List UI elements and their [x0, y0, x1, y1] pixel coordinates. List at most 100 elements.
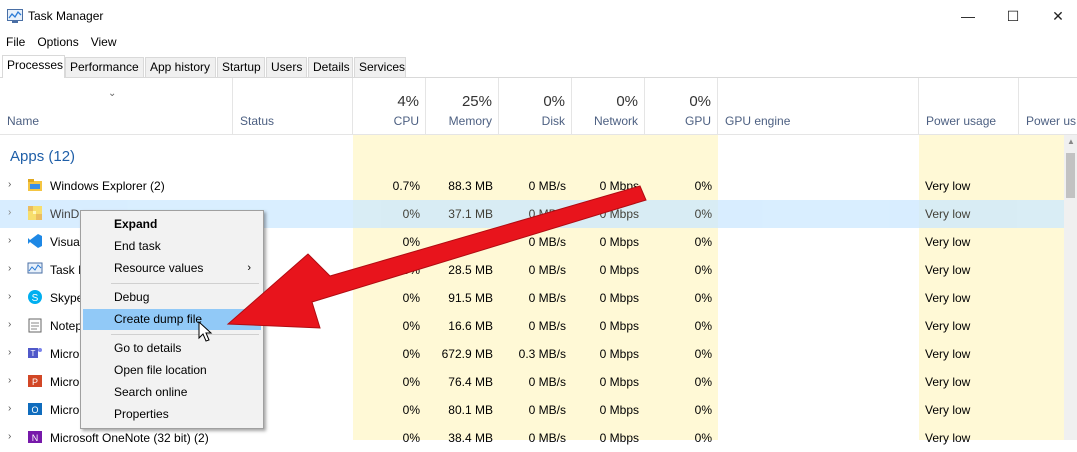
scrollbar-thumb[interactable]	[1066, 153, 1075, 198]
power-usage-value: Very low	[925, 431, 971, 445]
expand-chevron-icon[interactable]: ›	[8, 263, 11, 274]
tab-app-history[interactable]: App history	[145, 57, 216, 77]
tab-details[interactable]: Details	[308, 57, 353, 77]
expand-chevron-icon[interactable]: ›	[8, 347, 11, 358]
close-button[interactable]: ✕	[1035, 0, 1077, 32]
minimize-button[interactable]: —	[945, 0, 991, 32]
gpu-value: 0%	[694, 235, 712, 249]
svg-text:P: P	[32, 377, 38, 387]
memory-value: 38.4 MB	[448, 431, 493, 445]
expand-chevron-icon[interactable]: ›	[8, 291, 11, 302]
expand-chevron-icon[interactable]: ›	[8, 431, 11, 442]
disk-value: 0 MB/s	[528, 207, 566, 221]
memory-value: 672.9 MB	[441, 347, 493, 361]
expand-chevron-icon[interactable]: ›	[8, 179, 11, 190]
menu-view[interactable]: View	[85, 33, 123, 51]
power-usage-value: Very low	[925, 291, 971, 305]
header-cpu[interactable]: 4% CPU	[353, 78, 426, 134]
header-disk[interactable]: 0% Disk	[499, 78, 572, 134]
cpu-value: 0%	[402, 347, 420, 361]
menu-item-resource-values[interactable]: Resource values ›	[83, 258, 261, 279]
network-value: 0 Mbps	[599, 179, 639, 193]
vertical-scrollbar[interactable]: ▲	[1064, 135, 1077, 440]
scroll-up-icon[interactable]: ▲	[1067, 137, 1075, 146]
notepad-icon	[27, 317, 43, 333]
disk-value: 0 MB/s	[528, 375, 566, 389]
resource-values-label: Resource values	[114, 261, 204, 275]
skype-icon: S	[27, 289, 43, 305]
context-menu: Expand End task Resource values › Debug C…	[80, 210, 264, 429]
header-gpu-engine[interactable]: GPU engine	[718, 78, 919, 134]
process-name: Skype	[50, 291, 84, 305]
tab-startup[interactable]: Startup	[217, 57, 265, 77]
svg-text:O: O	[31, 405, 38, 415]
svg-text:S: S	[32, 293, 39, 304]
power-usage-value: Very low	[925, 179, 971, 193]
network-value: 0 Mbps	[599, 347, 639, 361]
menu-file[interactable]: File	[0, 33, 31, 51]
expand-chevron-icon[interactable]: ›	[8, 207, 11, 218]
section-title-apps: Apps (12)	[10, 148, 76, 165]
disk-value: 0 MB/s	[528, 431, 566, 445]
memory-value: 28.5 MB	[448, 263, 493, 277]
title-bar: Task Manager — ☐ ✕	[0, 0, 1077, 32]
gpu-value: 0%	[694, 431, 712, 445]
onenote-icon: N	[27, 429, 43, 445]
tab-performance[interactable]: Performance	[65, 57, 144, 77]
menu-item-search-online[interactable]: Search online	[83, 382, 261, 403]
tab-users[interactable]: Users	[266, 57, 307, 77]
tab-services[interactable]: Services	[354, 57, 406, 77]
header-power-trend[interactable]: Power us	[1019, 78, 1077, 134]
column-header-row: ⌄ Name Status 4% CPU 25% Memory 0% Disk 0% N…	[0, 78, 1077, 135]
power-usage-value: Very low	[925, 403, 971, 417]
tab-processes[interactable]: Processes	[2, 55, 65, 78]
process-name: Micro	[50, 375, 80, 389]
menu-item-expand[interactable]: Expand	[83, 214, 261, 235]
header-gpu[interactable]: 0% GPU	[645, 78, 718, 134]
header-memory[interactable]: 25% Memory	[426, 78, 499, 134]
menu-item-properties[interactable]: Properties	[83, 404, 261, 425]
menu-item-debug[interactable]: Debug	[83, 287, 261, 308]
task-manager-icon	[7, 9, 23, 23]
menu-item-go-to-details[interactable]: Go to details	[83, 338, 261, 359]
header-network[interactable]: 0% Network	[572, 78, 645, 134]
network-value: 0 Mbps	[599, 207, 639, 221]
expand-chevron-icon[interactable]: ›	[8, 375, 11, 386]
process-name: Microsoft OneNote (32 bit) (2)	[50, 431, 209, 445]
network-value: 0 Mbps	[599, 431, 639, 445]
expand-chevron-icon[interactable]: ›	[8, 319, 11, 330]
outlook-icon: O	[27, 401, 43, 417]
memory-value: 37.1 MB	[448, 207, 493, 221]
expand-chevron-icon[interactable]: ›	[8, 235, 11, 246]
cpu-value: 0%	[402, 207, 420, 221]
network-value: 0 Mbps	[599, 319, 639, 333]
table-row[interactable]: › Windows Explorer (2) 0.7% 88.3 MB 0 MB/s 0 …	[0, 172, 1064, 200]
menu-item-open-file-location[interactable]: Open file location	[83, 360, 261, 381]
header-status[interactable]: Status	[233, 78, 353, 134]
gpu-value: 0%	[694, 403, 712, 417]
menu-item-end-task[interactable]: End task	[83, 236, 261, 257]
powerpoint-icon: P	[27, 373, 43, 389]
power-usage-value: Very low	[925, 207, 971, 221]
gpu-value: 0%	[694, 263, 712, 277]
header-name[interactable]: Name	[0, 78, 233, 134]
maximize-button[interactable]: ☐	[990, 0, 1036, 32]
menu-item-create-dump-file[interactable]: Create dump file	[83, 309, 261, 330]
cpu-value: 0%	[402, 431, 420, 445]
header-power-usage[interactable]: Power usage	[919, 78, 1019, 134]
memory-value: 76.4 MB	[448, 375, 493, 389]
memory-value: 1	[486, 235, 493, 249]
memory-value: 16.6 MB	[448, 319, 493, 333]
network-value: 0 Mbps	[599, 263, 639, 277]
process-name: Micro	[50, 403, 80, 417]
network-value: 0 Mbps	[599, 291, 639, 305]
folder-icon	[27, 177, 43, 193]
cpu-value: 0%	[402, 235, 420, 249]
menu-options[interactable]: Options	[31, 33, 84, 51]
expand-chevron-icon[interactable]: ›	[8, 403, 11, 414]
gpu-value: 0%	[694, 291, 712, 305]
cpu-value: 0%	[402, 263, 420, 277]
taskmanager-icon	[27, 261, 43, 277]
disk-value: 0 MB/s	[528, 291, 566, 305]
gpu-value: 0%	[694, 347, 712, 361]
